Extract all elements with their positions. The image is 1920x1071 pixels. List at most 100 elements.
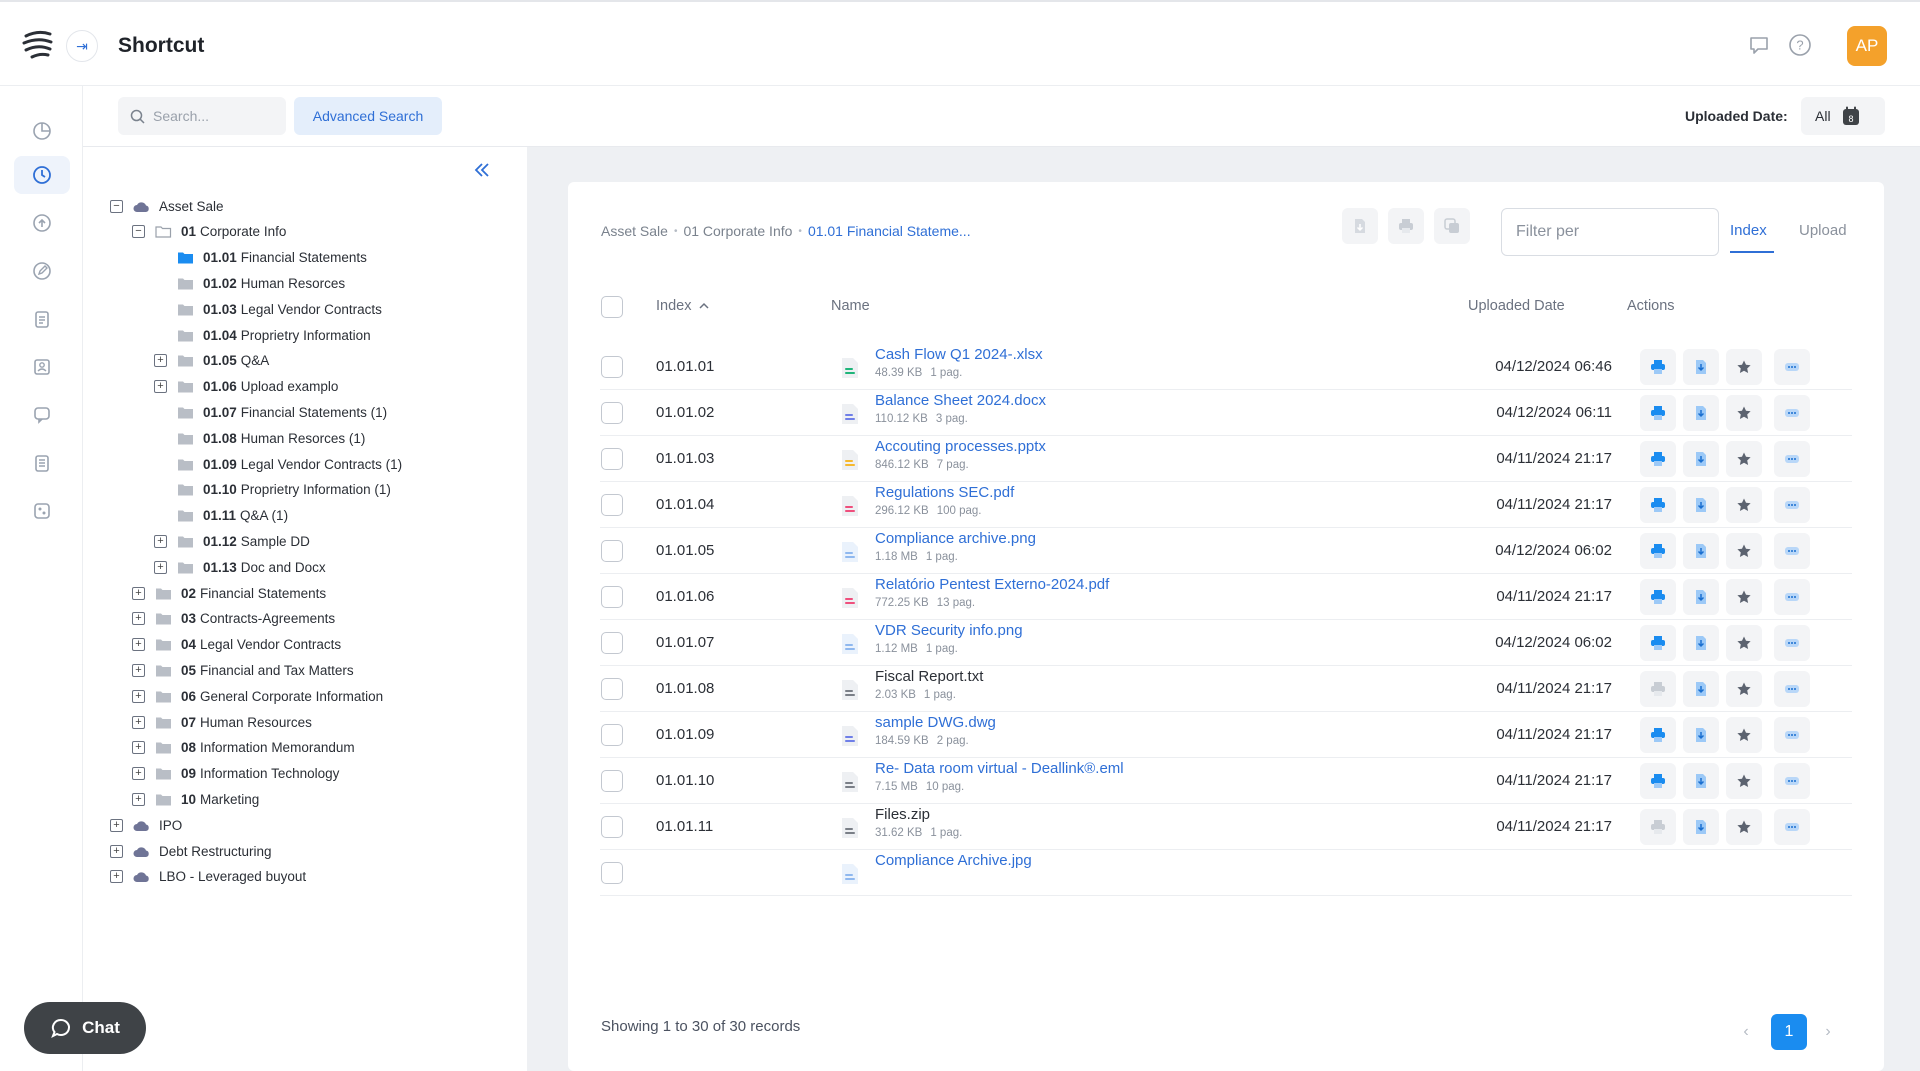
more-action-button[interactable] <box>1774 717 1810 753</box>
row-checkbox[interactable] <box>601 678 623 700</box>
file-name-link[interactable]: Regulations SEC.pdf <box>875 484 1014 501</box>
tree-node[interactable]: + IPO <box>110 813 182 837</box>
page-button-1[interactable]: 1 <box>1771 1014 1807 1050</box>
rail-item-tasks[interactable] <box>14 300 70 338</box>
print-action-button[interactable] <box>1640 579 1676 615</box>
tree-node[interactable]: +01.12 Sample DD <box>154 529 310 553</box>
tree-node[interactable]: − 01 Corporate Info <box>132 220 286 244</box>
row-checkbox[interactable] <box>601 448 623 470</box>
tree-node[interactable]: +01.06 Upload examplo <box>154 375 338 399</box>
file-name-link[interactable]: sample DWG.dwg <box>875 714 996 731</box>
table-row[interactable]: 01.01.08 Fiscal Report.txt 2.03 KB 1 pag. 04… <box>600 666 1852 712</box>
collapse-icon[interactable]: − <box>132 225 145 239</box>
user-avatar[interactable]: AP <box>1847 26 1887 66</box>
favorite-action-button[interactable] <box>1726 349 1762 385</box>
expand-icon[interactable]: + <box>132 741 145 755</box>
more-action-button[interactable] <box>1774 395 1810 431</box>
tree-node[interactable]: 01.04 Proprietry Information <box>177 323 371 347</box>
more-action-button[interactable] <box>1774 625 1810 661</box>
favorite-action-button[interactable] <box>1726 579 1762 615</box>
more-action-button[interactable] <box>1774 809 1810 845</box>
favorite-action-button[interactable] <box>1726 625 1762 661</box>
table-row[interactable]: 01.01.10 Re- Data room virtual - Deallink… <box>600 758 1852 804</box>
expand-icon[interactable]: + <box>132 715 145 729</box>
expand-icon[interactable]: + <box>154 560 167 574</box>
row-checkbox[interactable] <box>601 402 623 424</box>
file-name-link[interactable]: Re- Data room virtual - Deallink®.eml <box>875 760 1124 777</box>
print-action-button[interactable] <box>1640 533 1676 569</box>
rail-item-settings[interactable] <box>14 492 70 530</box>
print-action-button[interactable] <box>1640 671 1676 707</box>
tree-node[interactable]: − Asset Sale <box>110 194 224 218</box>
app-logo[interactable] <box>20 26 56 62</box>
expand-icon[interactable]: + <box>132 586 145 600</box>
row-checkbox[interactable] <box>601 724 623 746</box>
expand-icon[interactable]: + <box>154 534 167 548</box>
tree-node[interactable]: 01.03 Legal Vendor Contracts <box>177 297 382 321</box>
expand-icon[interactable]: + <box>132 689 145 703</box>
table-row[interactable]: 01.01.02 Balance Sheet 2024.docx 110.12 KB… <box>600 390 1852 436</box>
rail-item-dashboard[interactable] <box>14 112 70 150</box>
file-name-link[interactable]: Balance Sheet 2024.docx <box>875 392 1046 409</box>
table-row[interactable]: 01.01.07 VDR Security info.png 1.12 MB 1 pa… <box>600 620 1852 666</box>
rail-item-reports[interactable] <box>14 444 70 482</box>
print-action-button[interactable] <box>1640 395 1676 431</box>
print-action-button[interactable] <box>1640 349 1676 385</box>
download-action-button[interactable] <box>1683 625 1719 661</box>
tree-node[interactable]: +01.13 Doc and Docx <box>154 555 326 579</box>
tree-node[interactable]: +03 Contracts-Agreements <box>132 607 335 631</box>
tree-node[interactable]: +09 Information Technology <box>132 762 339 786</box>
expand-icon[interactable]: + <box>132 663 145 677</box>
expand-icon[interactable]: + <box>110 818 123 832</box>
tree-node[interactable]: 01.02 Human Resorces <box>177 271 345 295</box>
row-checkbox[interactable] <box>601 494 623 516</box>
print-action-button[interactable] <box>1640 717 1676 753</box>
row-checkbox[interactable] <box>601 816 623 838</box>
favorite-action-button[interactable] <box>1726 441 1762 477</box>
file-name-link[interactable]: Compliance Archive.jpg <box>875 852 1032 869</box>
download-action-button[interactable] <box>1683 763 1719 799</box>
favorite-action-button[interactable] <box>1726 809 1762 845</box>
collapse-tree-button[interactable] <box>472 160 492 186</box>
file-name-link[interactable]: Cash Flow Q1 2024-.xlsx <box>875 346 1043 363</box>
tree-node[interactable]: 01.11 Q&A (1) <box>177 504 288 528</box>
tree-node[interactable]: + LBO - Leveraged buyout <box>110 865 306 889</box>
print-action-button[interactable] <box>1640 809 1676 845</box>
expand-icon[interactable]: + <box>110 870 123 884</box>
search-box[interactable] <box>118 97 286 135</box>
print-action-button[interactable] <box>1640 763 1676 799</box>
prev-page-button[interactable]: ‹ <box>1736 1014 1756 1050</box>
favorite-action-button[interactable] <box>1726 533 1762 569</box>
favorite-action-button[interactable] <box>1726 487 1762 523</box>
row-checkbox[interactable] <box>601 770 623 792</box>
table-row[interactable]: Compliance Archive.jpg <box>600 850 1852 896</box>
rail-item-qa[interactable] <box>14 396 70 434</box>
file-name-link[interactable]: Files.zip <box>875 806 930 823</box>
expand-icon[interactable]: + <box>154 354 167 368</box>
favorite-action-button[interactable] <box>1726 763 1762 799</box>
table-row[interactable]: 01.01.03 Accouting processes.pptx 846.12 K… <box>600 436 1852 482</box>
file-name-link[interactable]: Fiscal Report.txt <box>875 668 983 685</box>
rail-item-users[interactable] <box>14 348 70 386</box>
expand-icon[interactable]: + <box>110 844 123 858</box>
file-name-link[interactable]: Compliance archive.png <box>875 530 1036 547</box>
rail-item-upload[interactable] <box>14 204 70 242</box>
help-button[interactable]: ? <box>1787 32 1813 58</box>
favorite-action-button[interactable] <box>1726 671 1762 707</box>
rail-item-edit[interactable] <box>14 252 70 290</box>
chat-button[interactable]: Chat <box>24 1002 146 1054</box>
tree-node[interactable]: +10 Marketing <box>132 787 259 811</box>
tree-node[interactable]: 01.09 Legal Vendor Contracts (1) <box>177 452 402 476</box>
more-action-button[interactable] <box>1774 763 1810 799</box>
download-action-button[interactable] <box>1683 809 1719 845</box>
row-checkbox[interactable] <box>601 356 623 378</box>
more-action-button[interactable] <box>1774 671 1810 707</box>
favorite-action-button[interactable] <box>1726 717 1762 753</box>
rail-item-recent[interactable] <box>14 156 70 194</box>
expand-icon[interactable]: + <box>154 380 167 394</box>
download-action-button[interactable] <box>1683 579 1719 615</box>
favorite-action-button[interactable] <box>1726 395 1762 431</box>
expand-sidebar-button[interactable]: ⇥ <box>66 30 98 62</box>
more-action-button[interactable] <box>1774 533 1810 569</box>
tree-node[interactable]: 01.10 Proprietry Information (1) <box>177 478 391 502</box>
